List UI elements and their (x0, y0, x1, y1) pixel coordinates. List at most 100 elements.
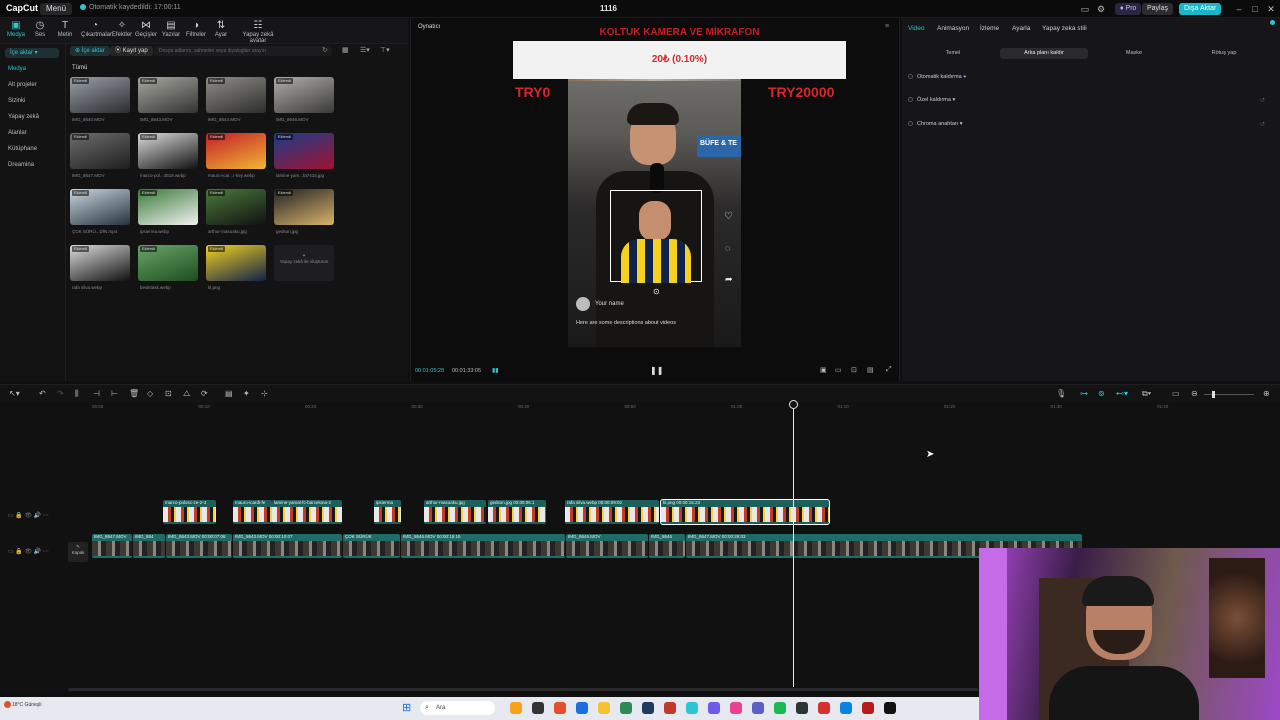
tab-ai-style[interactable]: Yapay zeka stili (1042, 25, 1087, 32)
option-custom-remove[interactable]: Özel kaldırma ▾ (908, 97, 955, 103)
windows-start-icon[interactable]: ⊞ (402, 701, 411, 714)
tab-video[interactable]: Video (908, 25, 925, 32)
mirror-icon[interactable]: ⧍ (183, 389, 190, 399)
sidebar-import[interactable]: İçe aktar ▾ (5, 48, 59, 58)
sort-icon[interactable]: ☰▾ (360, 46, 370, 54)
excel-icon[interactable] (620, 702, 632, 714)
cover-button[interactable]: ✎ Kapak (68, 542, 88, 562)
mic-icon[interactable]: 🎙 (1056, 389, 1066, 398)
media-thumbnail[interactable]: Eklendi (138, 189, 198, 225)
tab-tracking[interactable]: İzleme (980, 25, 999, 32)
playhead-handle[interactable] (789, 400, 798, 409)
sidebar-item-media[interactable]: Medya (8, 66, 26, 72)
media-thumbnail[interactable]: Eklendi (138, 245, 198, 281)
fullscreen-icon[interactable]: ⤢ (886, 366, 892, 374)
sidebar-item-yours[interactable]: Sizinki (8, 98, 25, 104)
media-thumbnail[interactable]: Eklendi (206, 245, 266, 281)
tool-captions[interactable]: ▤ Yazılar (159, 20, 183, 38)
overlay-track-controls[interactable]: ▭ 🔒 👁 🔊 ⋯ (8, 512, 49, 519)
subtab-remove-bg[interactable]: Arka planı kaldır (1000, 48, 1088, 59)
crop-icon[interactable]: ⊡ (851, 366, 857, 374)
media-thumbnail[interactable]: Eklendi (138, 77, 198, 113)
media-thumbnail[interactable]: Eklendi (206, 133, 266, 169)
redo-icon[interactable]: ↷ (57, 389, 64, 398)
ai-generate-tile[interactable]: ✦ Yapay zekâ ile oluşturun (274, 245, 334, 281)
sidebar-item-subprojects[interactable]: Alt projeler (8, 82, 37, 88)
store-icon[interactable] (840, 702, 852, 714)
reset-icon[interactable]: ↺ (1260, 121, 1265, 128)
share-button[interactable]: Paylaş (1142, 3, 1174, 15)
tab-animation[interactable]: Animasyon (937, 25, 969, 32)
timeline-clip[interactable]: IMG_8643.MOV 00:00:10:07 (233, 534, 342, 558)
sidebar-item-spaces[interactable]: Alanlar (8, 130, 27, 136)
shield-icon[interactable]: ◇ (147, 389, 153, 398)
reset-icon[interactable]: ↺ (1260, 97, 1265, 104)
obs-icon[interactable] (796, 702, 808, 714)
magic-icon[interactable]: ✦ (243, 389, 250, 398)
close-icon[interactable]: ✕ (1264, 3, 1278, 15)
split-icon[interactable]: ⫼ (75, 389, 79, 399)
discord-icon[interactable] (752, 702, 764, 714)
undo-icon[interactable]: ↶ (39, 389, 46, 398)
timeline-clip[interactable]: IMG_8643.MOV 00:00:07:06 (166, 534, 232, 558)
timeline-clip[interactable]: IMG_8646 (649, 534, 685, 558)
timeline-clip[interactable]: IMG_8646.MOV 00:00:15:15 (401, 534, 565, 558)
media-thumbnail[interactable]: Eklendi (138, 133, 198, 169)
option-auto-remove[interactable]: Otomatik kaldırma ● (908, 74, 966, 80)
menu-button[interactable]: Menü (40, 3, 73, 15)
taskbar-search[interactable]: ⌕ Ara (420, 701, 495, 715)
chrome-alt-icon[interactable] (862, 702, 874, 714)
zoom-slider[interactable] (1204, 391, 1254, 398)
layout-icon[interactable]: ▭ (1078, 3, 1092, 15)
media-thumbnail[interactable]: Eklendi (206, 189, 266, 225)
tool-filters[interactable]: ◑ Filtreler (184, 20, 208, 38)
timeline-clip[interactable]: ÇOK SÜRÜK (343, 534, 400, 558)
tool-text[interactable]: T Metin (53, 20, 77, 38)
player-menu-icon[interactable]: ≡ (885, 23, 889, 30)
timeline-clip[interactable]: IMG_864 (133, 534, 165, 558)
record-icon[interactable] (818, 702, 830, 714)
timeline-clip[interactable]: marco-polosc-ze-2-3 (163, 500, 216, 524)
chrome-icon[interactable] (554, 702, 566, 714)
split-left-icon[interactable]: ⊣ (93, 389, 100, 398)
import-button[interactable]: ⊕ İçe aktar (70, 46, 110, 56)
media-thumbnail[interactable]: Eklendi (70, 189, 130, 225)
timeline-clip[interactable]: ipsierma (374, 500, 401, 524)
tool-effects[interactable]: ✧ Efektler (110, 20, 134, 38)
media-thumbnail[interactable]: Eklendi (274, 189, 334, 225)
media-thumbnail[interactable]: Eklendi (70, 245, 130, 281)
media-search-input[interactable]: Dosya adlarını, sahneleri veya diyalogla… (154, 46, 332, 56)
split-right-icon[interactable]: ⊢ (111, 389, 118, 398)
tool-transitions[interactable]: ⋈ Geçişler (134, 20, 158, 38)
caption-icon[interactable]: ▭ (1172, 389, 1180, 398)
auto-reframe-icon[interactable]: ⊹ (261, 389, 268, 398)
timeline-clip[interactable]: IMG_8647.MOV (92, 534, 132, 558)
delete-icon[interactable]: 🗑 (129, 389, 139, 398)
media-thumbnail[interactable]: Eklendi (70, 133, 130, 169)
subtab-basic[interactable]: Temel (908, 48, 998, 59)
subtab-mask[interactable]: Maske (1090, 48, 1178, 59)
edge-icon[interactable] (576, 702, 588, 714)
tool-media[interactable]: ▣ Medya (4, 20, 28, 38)
capcut-active-icon[interactable] (884, 702, 896, 714)
ratio-icon[interactable]: ▭ (835, 366, 842, 374)
pro-button[interactable]: ♦ Pro (1115, 3, 1142, 15)
maximize-icon[interactable]: □ (1248, 3, 1262, 15)
explorer-icon[interactable] (598, 702, 610, 714)
timeline-clip[interactable]: IMG_8646.MOV (566, 534, 648, 558)
zoom-out-icon[interactable]: ⊖ (1191, 389, 1198, 398)
record-button[interactable]: ⦿ Kayıt yap (110, 46, 153, 56)
zoom-slider-thumb[interactable] (1212, 391, 1215, 398)
capcut-icon[interactable] (686, 702, 698, 714)
selection-box[interactable]: ⊙ (610, 190, 702, 296)
snap-icon[interactable]: ⊷▾ (1116, 389, 1128, 398)
timeline-clip[interactable]: mauro-icardi-fe (233, 500, 272, 524)
tab-adjust[interactable]: Ayarla (1012, 25, 1030, 32)
steam-icon[interactable] (642, 702, 654, 714)
instagram-icon[interactable] (730, 702, 742, 714)
crop-tool-icon[interactable]: ⊡ (165, 389, 172, 398)
sidebar-item-ai[interactable]: Yapay zekâ (8, 114, 39, 120)
filter-icon[interactable]: ⊤▾ (380, 46, 390, 54)
quality-icon[interactable]: ▣ (820, 366, 827, 374)
zoom-fit-icon[interactable]: ⊕ (1263, 389, 1270, 398)
